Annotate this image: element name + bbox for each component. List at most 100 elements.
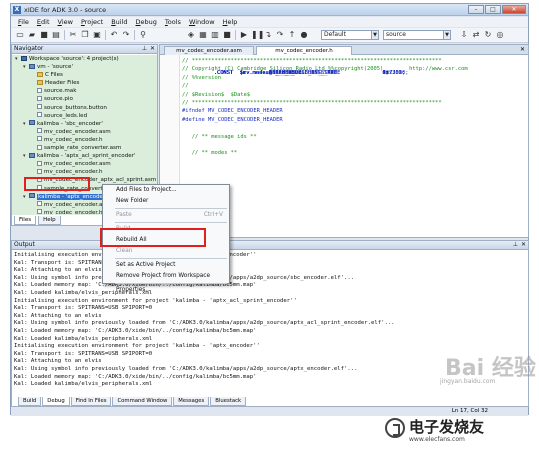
pause-icon[interactable]: ❚❚ [251,30,264,40]
tab-files[interactable]: Files [14,216,37,225]
output-tab[interactable]: Build [18,397,42,406]
tree-item[interactable]: ▾ kalimba - 'aptx_acl_sprint_encoder' [12,152,157,160]
undo-icon[interactable]: ↶ [109,30,119,40]
tree-item[interactable]: source.mak [12,87,157,95]
output-line: Kal: Loaded memory map: 'C:/ADK3.0/xide/… [14,327,257,334]
close-button[interactable]: ✕ [502,5,526,14]
minimize-button[interactable]: – [468,5,484,14]
build-icon[interactable]: ▦ [198,30,208,40]
tree-item[interactable]: ▾ vm - 'source' [12,63,157,71]
project-combo-value: source [386,31,406,38]
output-tab[interactable]: Bluestack [210,397,247,406]
editor-tabs: mv_codec_encoder.asm mv_codec_encoder.h … [160,45,528,55]
context-menu-item[interactable]: Add Files to Project... [103,185,229,196]
pin-icon[interactable]: ⊥ [142,45,147,53]
close-icon[interactable]: ✕ [521,241,526,249]
pin-icon[interactable]: ⊥ [513,241,518,249]
menu-edit[interactable]: Edit [33,17,54,27]
tree-item-label: mv_codec_encoder.asm [44,161,111,168]
watch-icon[interactable]: ◎ [495,30,505,40]
redo-icon[interactable]: ↷ [121,30,131,40]
new-file-icon[interactable]: ▭ [15,30,25,40]
run-icon[interactable]: ▶ [239,30,249,40]
save-all-icon[interactable]: ▤ [51,30,61,40]
tree-item[interactable]: ▾ Workspace 'source': 4 project(s) [12,55,157,63]
connect-icon[interactable]: ⇄ [471,30,481,40]
tab-mv-codec-encoder-h[interactable]: mv_codec_encoder.h [256,46,352,55]
context-menu-item[interactable]: Properties... [103,285,229,296]
menu-help[interactable]: Help [219,17,242,27]
navigator-tabs: Files Help [12,216,61,225]
context-menu-item[interactable]: Set as Active Project [103,260,229,271]
output-tab[interactable]: Debug [42,397,70,406]
toolbar: ▭ ▰ ■ ▤ ✂ ❐ ▣ ↶ ↷ ⚲ ◈ ▦ ▥ ■ ▶ ❚❚ ↴ ↷ ↑ ●… [11,28,528,43]
project-combo[interactable]: source ▼ [383,30,451,40]
context-menu-item[interactable]: Remove Project from Workspace [103,271,229,282]
copy-icon[interactable]: ❐ [80,30,90,40]
tree-item[interactable]: source.pio [12,95,157,103]
tree-item[interactable]: sample_rate_converter.asm [12,144,157,152]
tree-item-label: mv_codec_encoder.asm [44,201,111,208]
status-bar: Ln 17, Col 32 [11,407,528,416]
tree-item[interactable]: C Files [12,71,157,79]
context-menu-item-label: New Folder [116,198,149,204]
find-icon[interactable]: ⚲ [138,30,148,40]
menu-view[interactable]: View [54,17,77,27]
code-line: // $Revision$ $Date$ [182,91,251,98]
tab-help[interactable]: Help [38,216,61,225]
tree-item[interactable]: mv_codec_encoder.asm [12,128,157,136]
open-folder-icon[interactable]: ▰ [27,30,37,40]
file-icon [37,209,42,215]
output-line: Kal: Loaded kalimba/elvis_peripherals.xm… [14,289,153,296]
tree-item[interactable]: mv_codec_encoder.asm [12,160,157,168]
tree-item[interactable]: source_buttons.button [12,104,157,112]
context-menu-item[interactable]: New Folder [103,196,229,207]
menu-debug[interactable]: Debug [132,17,161,27]
maximize-button[interactable]: □ [485,5,501,14]
output-tab[interactable]: Find In Files [70,397,112,406]
tree-item-label: Header Files [45,80,80,87]
title-bar[interactable]: X xIDE for ADK 3.0 - source – □ ✕ [11,4,528,16]
menu-window[interactable]: Window [185,17,219,27]
download-icon[interactable]: ⇩ [459,30,469,40]
output-tab[interactable]: Messages [173,397,210,406]
tree-item[interactable]: Header Files [12,79,157,87]
code-text[interactable]: // *************************************… [182,57,528,166]
tree-item[interactable]: source_leds.led [12,112,157,120]
tree-item-label: mv_codec_encoder.h [44,136,103,143]
tree-item-label: mv_codec_encoder.h [44,209,103,215]
menu-file[interactable]: File [14,17,33,27]
stop-icon[interactable]: ■ [222,30,232,40]
reset-icon[interactable]: ↻ [483,30,493,40]
compile-icon[interactable]: ◈ [186,30,196,40]
paste-icon[interactable]: ▣ [92,30,102,40]
step-out-icon[interactable]: ↑ [287,30,297,40]
menu-tools[interactable]: Tools [161,17,185,27]
code-line: #define MV_CODEC_ENCODER_HEADER [182,116,283,123]
rebuild-icon[interactable]: ▥ [210,30,220,40]
save-icon[interactable]: ■ [39,30,49,40]
tree-item[interactable]: mv_codec_encoder.h [12,168,157,176]
step-over-icon[interactable]: ↷ [275,30,285,40]
context-menu-item-label: Remove Project from Workspace [116,273,211,279]
config-combo[interactable]: Default ▼ [321,30,379,40]
output-header: Output ⊥ ✕ [12,241,528,250]
file-icon [37,168,42,174]
tree-item[interactable]: ▾ kalimba - 'sbc_encoder' [12,120,157,128]
brand-name: 电子发烧友 [409,418,485,436]
menu-separator [115,222,227,223]
tab-mv-codec-encoder-asm[interactable]: mv_codec_encoder.asm [164,46,254,55]
close-icon[interactable]: ✕ [150,45,155,53]
step-into-icon[interactable]: ↴ [263,30,273,40]
close-icon[interactable]: ✕ [520,46,525,53]
tree-item[interactable]: mv_codec_encoder.h [12,136,157,144]
menu-project[interactable]: Project [77,17,107,27]
project-icon [29,63,35,69]
context-menu-item-label: Clean [116,248,133,254]
cut-icon[interactable]: ✂ [68,30,78,40]
folder-icon [37,71,43,77]
output-tab[interactable]: Command Window [112,397,173,406]
output-line: Kal: Attaching to an elvis [14,312,102,319]
menu-build[interactable]: Build [107,17,131,27]
breakpoint-icon[interactable]: ● [299,30,309,40]
